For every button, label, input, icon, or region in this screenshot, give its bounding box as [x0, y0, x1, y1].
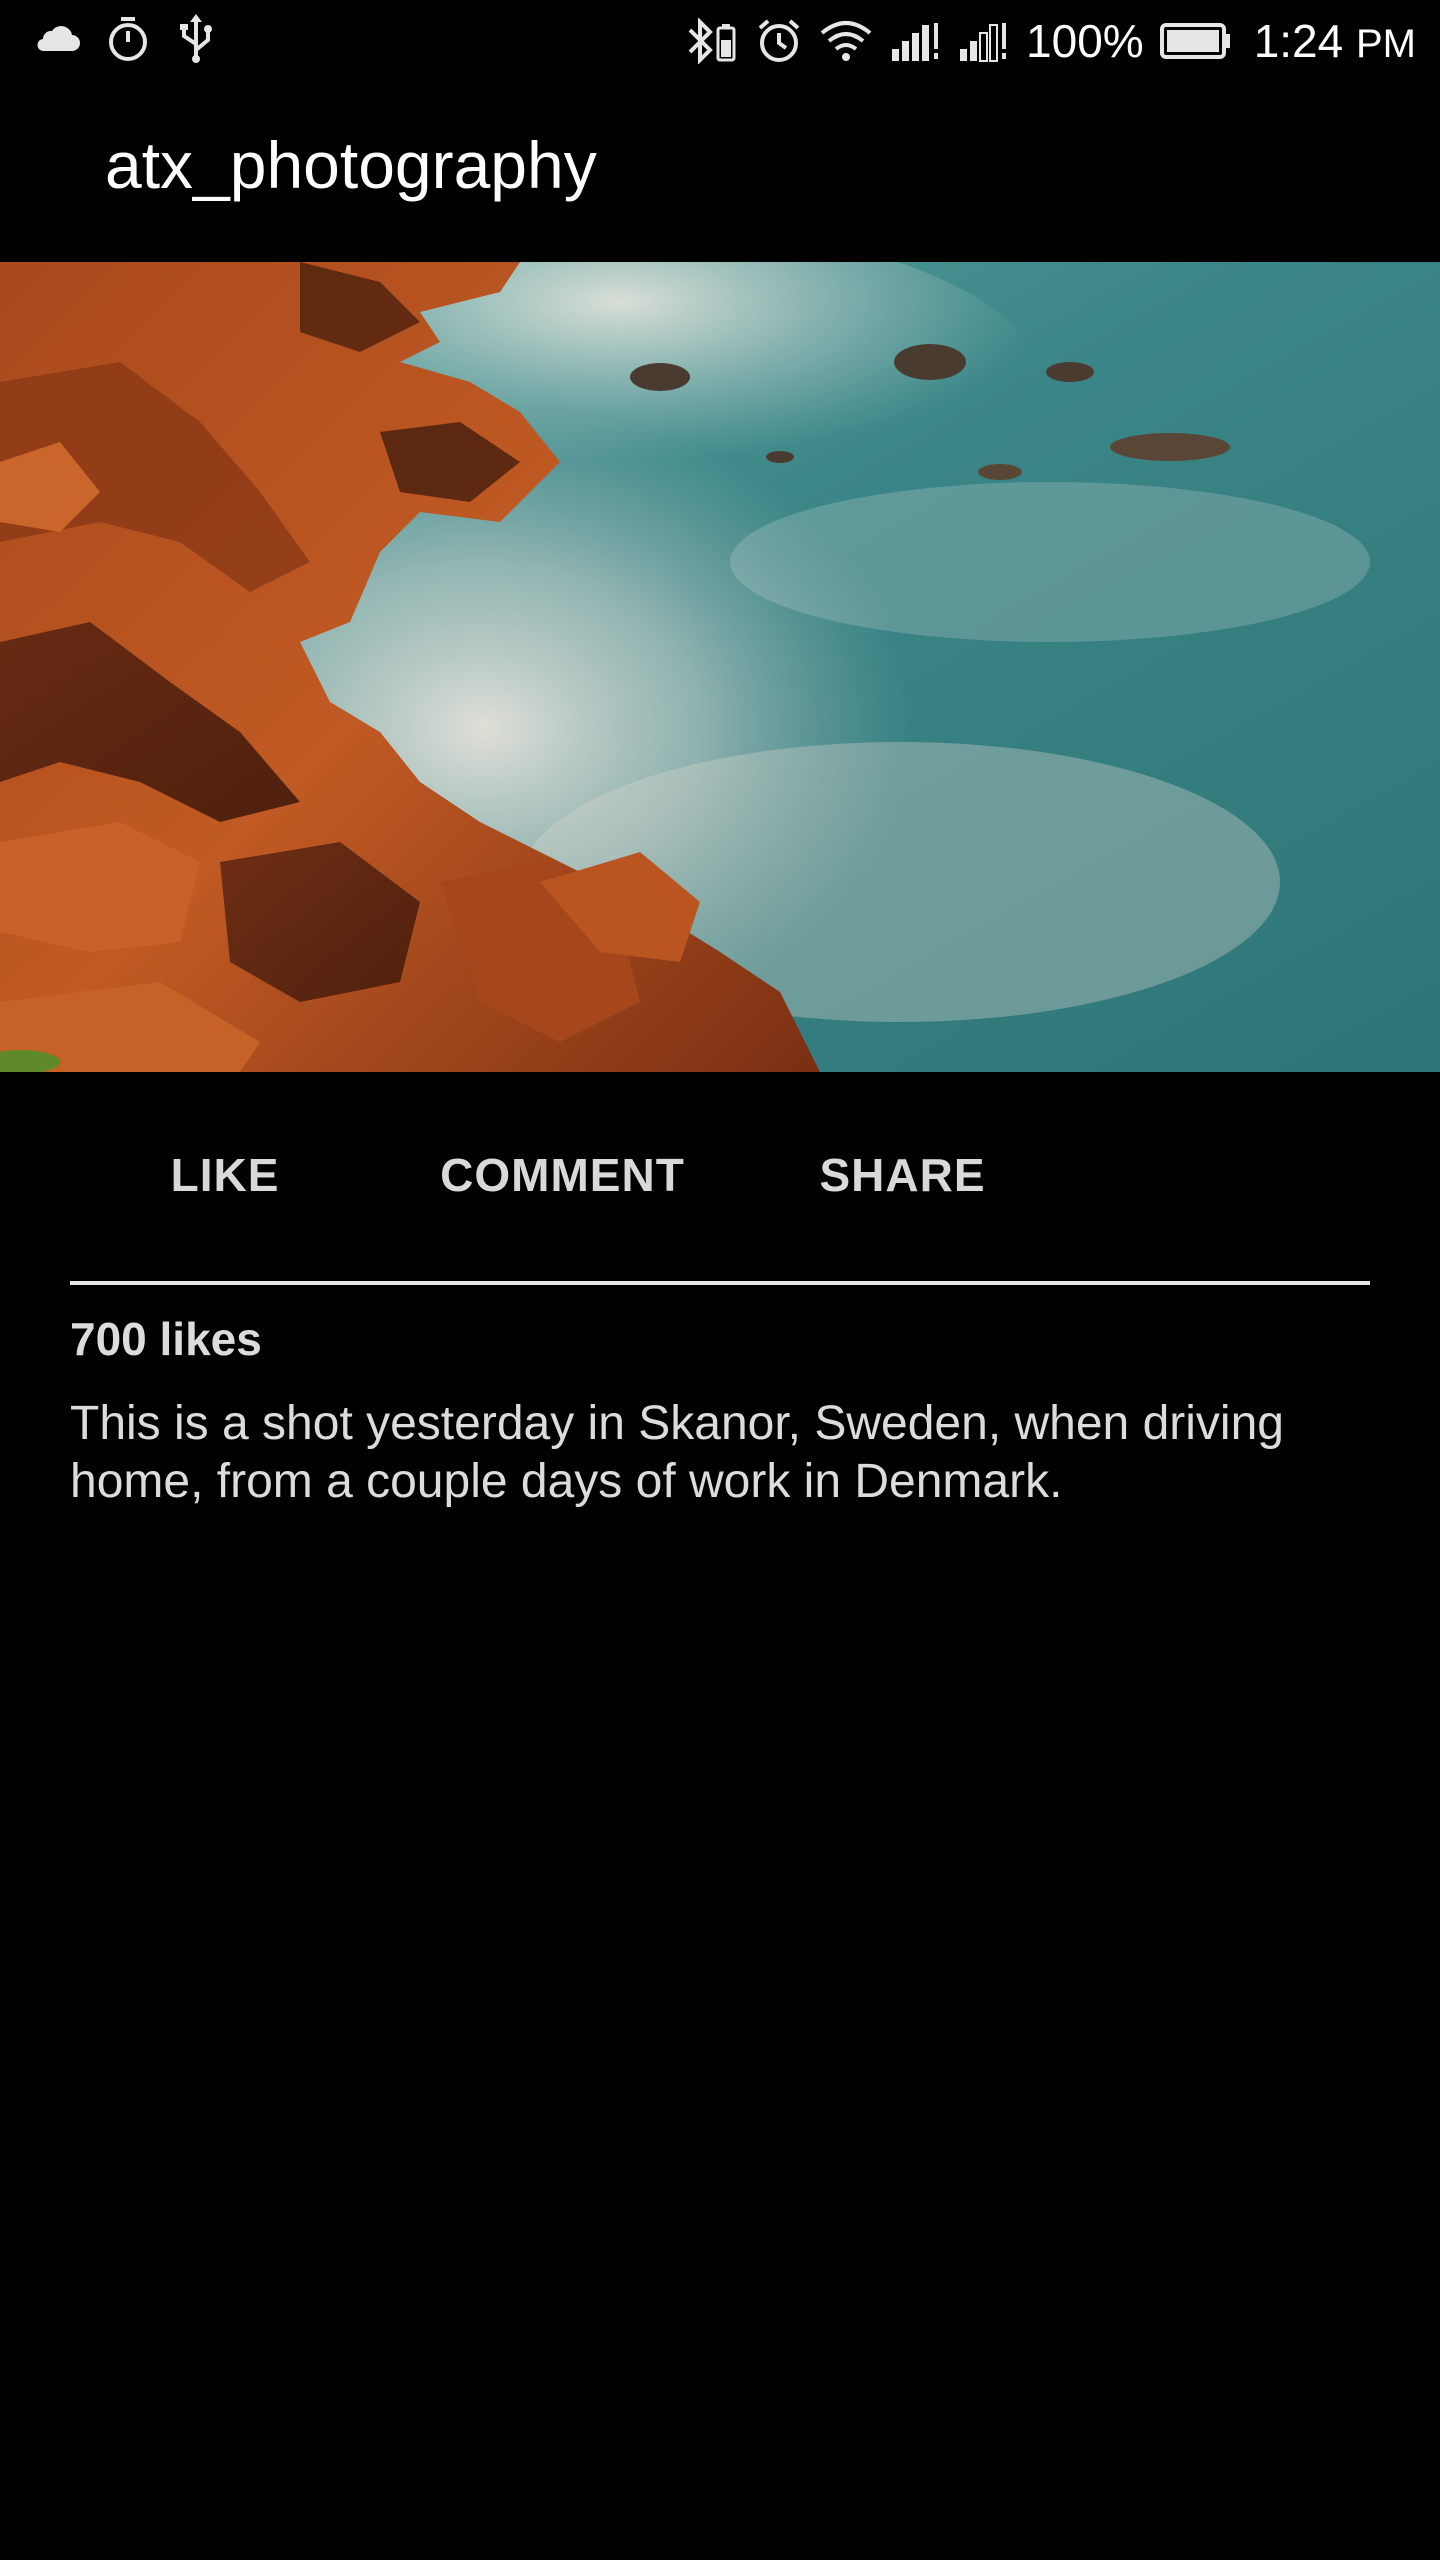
like-button[interactable]: LIKE [150, 1140, 300, 1210]
wifi-icon [818, 19, 874, 63]
signal-icon [890, 19, 942, 63]
battery-percentage: 100% [1026, 15, 1144, 67]
clock-ampm: PM [1356, 22, 1416, 66]
alarm-icon [756, 18, 802, 64]
status-bar: 100% 1:24 PM [0, 0, 1440, 82]
battery-icon [1159, 21, 1232, 61]
post-photo[interactable] [0, 262, 1440, 1072]
usb-icon [176, 14, 216, 64]
clock-time: 1:24 [1253, 15, 1344, 67]
app-bar: atx_photography [0, 82, 1440, 262]
post-actions: LIKE COMMENT SHARE [0, 1120, 1440, 1240]
divider [70, 1281, 1370, 1285]
status-bar-left [34, 14, 216, 64]
stopwatch-icon [106, 15, 150, 63]
status-bar-right: 100% 1:24 PM [684, 10, 1416, 72]
share-button[interactable]: SHARE [815, 1140, 990, 1210]
comment-button[interactable]: COMMENT [430, 1140, 695, 1210]
signal-icon-2 [958, 19, 1010, 63]
clock: 1:24 PM [1254, 14, 1416, 68]
likes-count: 700 likes [70, 1313, 262, 1365]
page-title: atx_photography [105, 128, 597, 202]
bluetooth-battery-icon [684, 18, 740, 64]
coastal-rocks-photo [0, 262, 1440, 1072]
post-caption: This is a shot yesterday in Skanor, Swed… [70, 1397, 1284, 1508]
cloud-icon [34, 25, 80, 53]
